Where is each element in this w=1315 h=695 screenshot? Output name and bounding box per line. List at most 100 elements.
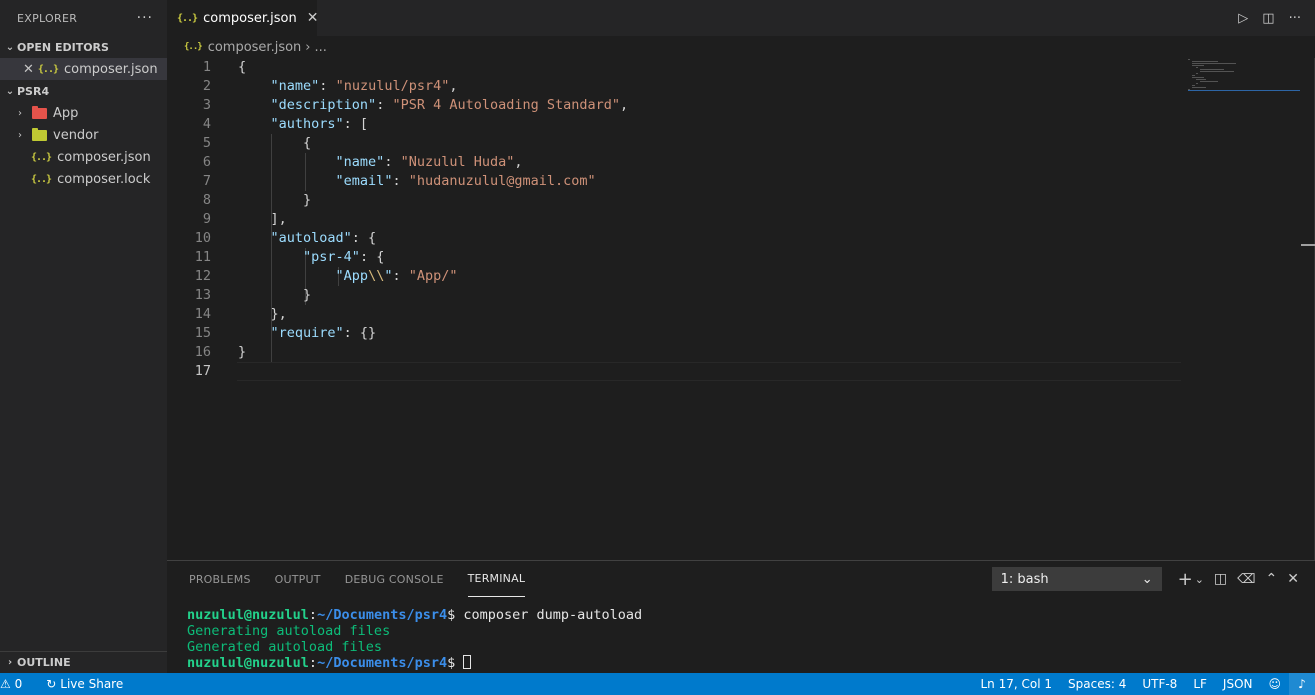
tab-debug-console[interactable]: DEBUG CONSOLE [345,561,444,597]
folder-icon [32,105,47,119]
live-share-button[interactable]: ↻ Live Share [46,673,131,695]
tab-output[interactable]: OUTPUT [275,561,321,597]
chevron-right-icon: › [18,129,22,141]
json-file-icon: {..} [37,63,59,75]
code-line: 7 "email": "hudanuzulul@gmail.com" [202,173,596,189]
open-editor-item-composer-json[interactable]: ✕ {..} composer.json [0,58,167,80]
status-bar: ⚠ 0 ↻ Live Share Ln 17, Col 1 Spaces: 4 … [0,673,1315,695]
indentation[interactable]: Spaces: 4 [1060,673,1134,695]
folder-icon [32,127,47,141]
breadcrumb-separator: › [305,39,311,55]
language-mode[interactable]: JSON [1215,673,1261,695]
terminal-select[interactable]: 1: bash ⌄ [991,567,1162,591]
close-icon[interactable]: ✕ [23,62,34,77]
explorer-header: EXPLORER ··· [0,0,167,36]
code-line: 14 }, [194,306,287,322]
code-line: 13 } [194,287,312,303]
terminal-line: Generated autoload files [187,639,383,655]
tree-item-vendor[interactable]: › vendor [0,124,167,146]
minimap-viewport [1188,90,1300,91]
terminal-output[interactable]: nuzulul@nuzulul:~/Documents/psr4$ compos… [187,607,642,671]
project-title: PSR4 [17,84,50,98]
breadcrumb: {..} composer.json › ... [167,36,1315,58]
code-line: 15 "require": {} [194,325,377,341]
notifications-bell-icon[interactable]: ♪ [1289,673,1315,695]
split-editor-icon[interactable]: ◫ [1262,11,1274,26]
project-section[interactable]: ⌄ PSR4 [0,80,167,102]
minimap[interactable] [1188,58,1290,92]
code-line: 9 ], [202,211,287,227]
code-line: 4 "authors": [ [202,116,369,132]
run-icon[interactable]: ▷ [1238,11,1248,26]
code-line: 11 "psr-4": { [194,249,385,265]
terminal-line: nuzulul@nuzulul:~/Documents/psr4$ [187,655,642,671]
terminal-cursor [463,655,472,669]
tab-terminal[interactable]: TERMINAL [467,561,526,597]
json-file-icon: {..} [31,173,52,185]
code-line: 5 { [202,135,312,151]
tab-composer-json[interactable]: {..} composer.json ✕ [167,0,319,36]
panel-tab-bar: PROBLEMS OUTPUT DEBUG CONSOLE TERMINAL 1… [167,561,1315,597]
code-line: 12 "App\\": "App/" [194,268,458,284]
code-line: 1{ [202,59,247,75]
add-terminal-icon[interactable]: + [1178,569,1193,590]
status-right: Ln 17, Col 1 Spaces: 4 UTF-8 LF JSON ☺ ♪ [973,673,1315,695]
editor-tab-bar: {..} composer.json ✕ ▷ ◫ ··· [167,0,1315,36]
tab-label: composer.json [203,10,297,26]
panel-actions: 1: bash ⌄ + ⌄ ◫ ⌫ ⌃ ✕ [991,567,1299,591]
json-file-icon: {..} [31,151,52,163]
code-line: 10 "autoload": { [194,230,377,246]
open-editors-section[interactable]: ⌄ OPEN EDITORS [0,36,167,58]
tree-item-composer-json[interactable]: {..} composer.json [0,146,167,168]
split-terminal-icon[interactable]: ◫ [1214,571,1227,587]
tree-item-label: App [53,105,79,121]
live-share-label: Live Share [60,677,124,691]
close-panel-icon[interactable]: ✕ [1287,571,1299,587]
tab-problems[interactable]: PROBLEMS [189,561,251,597]
tree-item-composer-lock[interactable]: {..} composer.lock [0,168,167,190]
cursor-position[interactable]: Ln 17, Col 1 [973,673,1061,695]
terminal-line: nuzulul@nuzulul:~/Documents/psr4$ compos… [187,607,643,623]
code-line: 6 "name": "Nuzulul Huda", [202,154,523,170]
feedback-icon[interactable]: ☺ [1260,673,1289,695]
chevron-down-icon: ⌄ [5,41,15,53]
terminal-select-value: 1: bash [1000,571,1049,587]
code-line-current: 17 [194,363,211,379]
close-icon[interactable]: ✕ [307,10,319,26]
encoding[interactable]: UTF-8 [1134,673,1185,695]
tree-item-label: composer.json [57,149,151,165]
tree-item-label: vendor [53,127,99,143]
status-left: ⚠ 0 ↻ Live Share [0,673,131,695]
tree-item-label: composer.lock [57,171,151,187]
code-line: 2 "name": "nuzulul/psr4", [202,78,458,94]
chevron-down-icon: ⌄ [1141,571,1153,587]
json-file-icon: {..} [184,42,203,52]
chevron-right-icon: › [18,107,22,119]
open-editor-label: composer.json [64,61,158,77]
scrollbar-cursor-marker [1301,244,1315,246]
trash-icon[interactable]: ⌫ [1237,572,1255,587]
chevron-down-icon: ⌄ [5,85,15,97]
explorer-sidebar: EXPLORER ··· ⌄ OPEN EDITORS ✕ {..} compo… [0,0,167,673]
end-of-line[interactable]: LF [1185,673,1215,695]
tree-item-app[interactable]: › App [0,102,167,124]
more-actions-icon[interactable]: ··· [137,10,153,26]
maximize-panel-icon[interactable]: ⌃ [1266,571,1278,587]
editor-actions: ▷ ◫ ··· [1238,0,1301,36]
code-line: 3 "description": "PSR 4 Autoloading Stan… [202,97,629,113]
editor-area: {..} composer.json ✕ ▷ ◫ ··· {..} compos… [167,0,1315,560]
explorer-title: EXPLORER [17,11,78,25]
open-editors-title: OPEN EDITORS [17,40,109,54]
bottom-panel: PROBLEMS OUTPUT DEBUG CONSOLE TERMINAL 1… [167,560,1315,673]
problems-count[interactable]: ⚠ 0 [0,673,30,695]
chevron-right-icon: › [7,657,13,668]
breadcrumb-file[interactable]: composer.json [208,40,302,55]
outline-section[interactable]: › OUTLINE [0,651,167,673]
json-file-icon: {..} [177,12,198,24]
outline-title: OUTLINE [17,656,71,669]
code-editor[interactable]: 1{ 2 "name": "nuzulul/psr4", 3 "descript… [167,58,1182,381]
chevron-down-icon[interactable]: ⌄ [1195,573,1204,586]
code-line: 16} [194,344,247,360]
breadcrumb-more[interactable]: ... [315,40,327,55]
more-actions-icon[interactable]: ··· [1289,11,1301,26]
